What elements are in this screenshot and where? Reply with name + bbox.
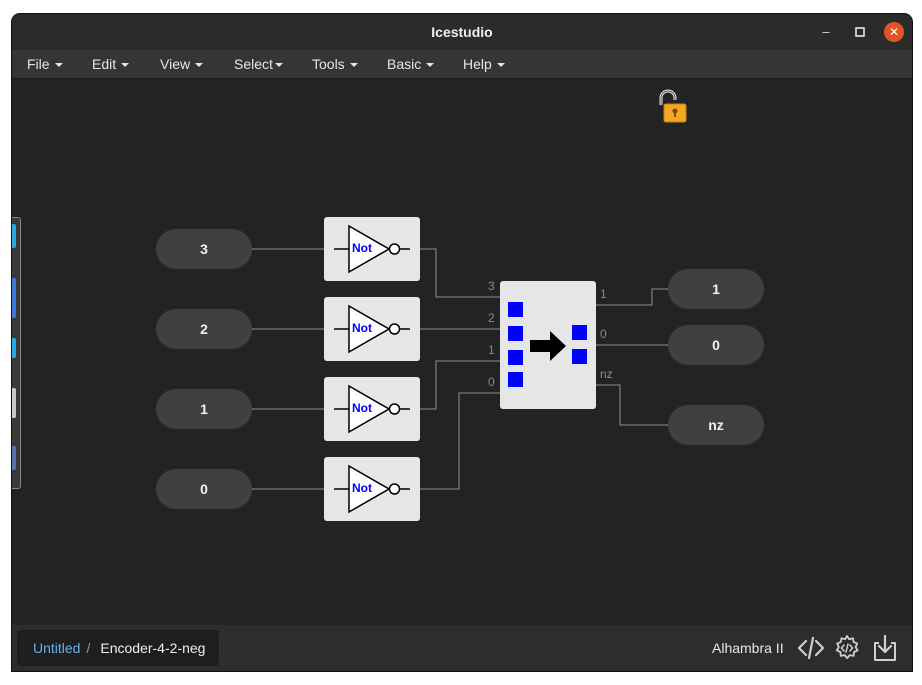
maximize-icon	[855, 27, 865, 37]
menu-file[interactable]: File	[27, 50, 63, 78]
breadcrumb-separator: /	[86, 640, 91, 656]
not-gate[interactable]: Not	[324, 457, 420, 521]
menu-tools-label: Tools	[312, 56, 345, 72]
menu-bar: File Edit View Select Tools Basic Help	[12, 50, 912, 79]
not-gate-icon	[334, 464, 410, 514]
chevron-down-icon	[274, 63, 283, 68]
output-port-1[interactable]: 1	[668, 269, 764, 309]
wires	[252, 248, 668, 490]
board-selector[interactable]: Alhambra II	[712, 625, 784, 671]
not-gate-icon	[334, 304, 410, 354]
close-button[interactable]: ✕	[884, 22, 904, 42]
breadcrumb-root-link[interactable]: Untitled	[33, 640, 80, 656]
chevron-down-icon	[195, 63, 204, 68]
encoder-input-label-1: 1	[488, 343, 495, 357]
input-port-1[interactable]: 1	[156, 389, 252, 429]
menu-edit[interactable]: Edit	[92, 50, 130, 78]
maximize-button[interactable]	[850, 22, 870, 42]
download-icon[interactable]	[870, 633, 900, 663]
not-gate[interactable]: Not	[324, 297, 420, 361]
menu-file-label: File	[27, 56, 50, 72]
unlocked-padlock-icon[interactable]	[655, 87, 689, 123]
encoder-output-label-nz: nz	[600, 367, 613, 381]
minimize-button[interactable]: –	[816, 22, 836, 42]
encoder-block[interactable]	[500, 281, 596, 409]
input-port-2[interactable]: 2	[156, 309, 252, 349]
encoder-output-label-0: 0	[600, 327, 607, 341]
not-gate-label: Not	[352, 481, 372, 495]
not-gate-label: Not	[352, 401, 372, 415]
menu-select[interactable]: Select	[234, 50, 283, 78]
not-gate-label: Not	[352, 321, 372, 335]
menu-help-label: Help	[463, 56, 492, 72]
settings-code-icon[interactable]	[832, 633, 862, 663]
chevron-down-icon	[496, 63, 505, 68]
not-gate[interactable]: Not	[324, 217, 420, 281]
menu-basic-label: Basic	[387, 56, 422, 72]
chevron-down-icon	[349, 63, 358, 68]
menu-basic[interactable]: Basic	[387, 50, 435, 78]
input-port-0[interactable]: 0	[156, 469, 252, 509]
input-port-3[interactable]: 3	[156, 229, 252, 269]
encoder-input-label-0: 0	[488, 375, 495, 389]
not-gate-icon	[334, 384, 410, 434]
chevron-down-icon	[426, 63, 435, 68]
breadcrumb-current: Encoder-4-2-neg	[100, 640, 206, 656]
status-footer: Untitled / Encoder-4-2-neg Alhambra II	[12, 625, 912, 671]
encoder-input-label-2: 2	[488, 311, 495, 325]
app-window: Icestudio – ✕ File Edit View Select Tool…	[12, 14, 912, 671]
menu-select-label: Select	[234, 56, 273, 72]
not-gate-icon	[334, 224, 410, 274]
menu-help[interactable]: Help	[463, 50, 505, 78]
output-port-nz[interactable]: nz	[668, 405, 764, 445]
chevron-down-icon	[121, 63, 130, 68]
menu-view[interactable]: View	[160, 50, 204, 78]
breadcrumb: Untitled / Encoder-4-2-neg	[17, 630, 220, 666]
menu-edit-label: Edit	[92, 56, 117, 72]
chevron-down-icon	[54, 63, 63, 68]
not-gate-label: Not	[352, 241, 372, 255]
encoder-input-label-3: 3	[488, 279, 495, 293]
design-canvas[interactable]: 3 2 1 0 Not Not Not Not 3 2 1 0 1 0 nz 1…	[12, 79, 912, 625]
output-port-0[interactable]: 0	[668, 325, 764, 365]
code-icon[interactable]	[796, 633, 826, 663]
title-bar: Icestudio – ✕	[12, 14, 912, 50]
menu-view-label: View	[160, 56, 191, 72]
encoder-icon	[508, 302, 587, 387]
menu-tools[interactable]: Tools	[312, 50, 358, 78]
encoder-output-label-1: 1	[600, 287, 607, 301]
window-title: Icestudio	[431, 24, 493, 40]
not-gate[interactable]: Not	[324, 377, 420, 441]
